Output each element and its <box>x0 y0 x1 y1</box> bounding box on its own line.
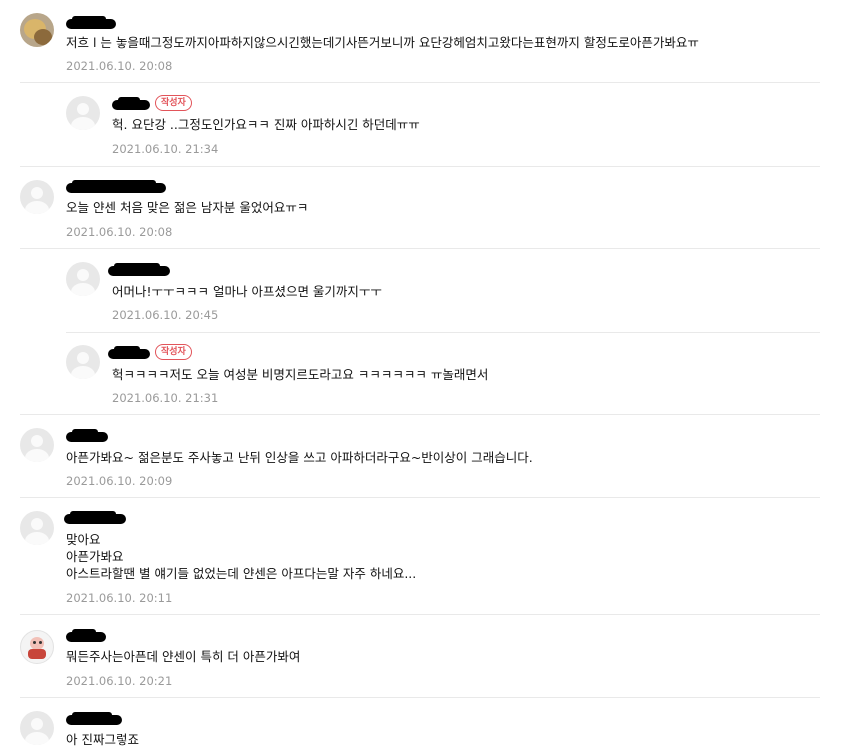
comment-text: 아 진짜그렇죠 <box>66 732 139 747</box>
comment-text: 저흐 l 는 놓을때그정도까지아파하지않으시긴했는데기사뜬거보니까 요단강헤엄치… <box>66 35 699 50</box>
comment-date: 2021.06.10. 20:08 <box>66 59 173 73</box>
divider <box>20 497 820 498</box>
redacted-username[interactable] <box>66 16 116 29</box>
comment-date: 2021.06.10. 20:08 <box>66 225 173 239</box>
redacted-username[interactable] <box>66 429 108 442</box>
user-avatar[interactable] <box>66 345 100 379</box>
reply-text: 헉. 요단강 ..그정도인가요ㅋㅋ 진짜 아파하시긴 하던데ㅠㅠ <box>112 117 420 132</box>
comment-date: 2021.06.10. 20:11 <box>66 591 173 605</box>
redacted-username[interactable] <box>112 97 150 110</box>
user-avatar[interactable] <box>20 428 54 462</box>
comment-date: 2021.06.10. 20:21 <box>66 674 173 688</box>
divider <box>66 332 820 333</box>
comment-text: 오늘 얀센 처음 맞은 젊은 남자분 울었어요ㅠㅋ <box>66 200 309 215</box>
comment-line: 맞아요 <box>66 532 101 547</box>
divider <box>20 414 820 415</box>
comment-line: 아스트라할땐 별 얘기들 없었는데 얀센은 아프다는말 자주 하네요... <box>66 566 417 581</box>
divider <box>20 614 820 615</box>
user-avatar[interactable] <box>20 13 54 47</box>
user-avatar[interactable] <box>20 180 54 214</box>
comment-line: 아픈가봐요 <box>66 549 124 564</box>
divider <box>20 82 820 83</box>
comment-text: 아픈가봐요~ 젊은분도 주사놓고 난뒤 인상을 쓰고 아파하더라구요~반이상이 … <box>66 450 533 465</box>
divider <box>20 248 820 249</box>
author-badge: 작성자 <box>155 344 192 360</box>
comment-date: 2021.06.10. 20:09 <box>66 474 173 488</box>
redacted-username[interactable] <box>108 346 150 359</box>
user-avatar[interactable] <box>20 711 54 745</box>
reply-text: 헉ㅋㅋㅋㅋ저도 오늘 여성분 비명지르도라고요 ㅋㅋㅋㅋㅋㅋ ㅠ놀래면서 <box>112 367 489 382</box>
author-badge: 작성자 <box>155 95 192 111</box>
reply-date: 2021.06.10. 21:34 <box>112 142 219 156</box>
reply-date: 2021.06.10. 20:45 <box>112 308 219 322</box>
user-avatar[interactable] <box>20 511 54 545</box>
redacted-username[interactable] <box>108 263 170 276</box>
redacted-username[interactable] <box>66 180 166 193</box>
user-avatar[interactable] <box>66 262 100 296</box>
comment-text: 뭐든주사는아픈데 얀센이 특히 더 아픈가봐여 <box>66 649 301 664</box>
user-avatar[interactable] <box>66 96 100 130</box>
redacted-username[interactable] <box>66 629 106 642</box>
redacted-username[interactable] <box>66 712 122 725</box>
redacted-username[interactable] <box>64 511 126 524</box>
divider <box>20 166 820 167</box>
reply-date: 2021.06.10. 21:31 <box>112 391 219 405</box>
reply-text: 어머나!ㅜㅜㅋㅋㅋ 얼마나 아프셨으면 울기까지ㅜㅜ <box>112 284 382 299</box>
divider <box>20 697 820 698</box>
user-avatar[interactable] <box>20 630 54 664</box>
